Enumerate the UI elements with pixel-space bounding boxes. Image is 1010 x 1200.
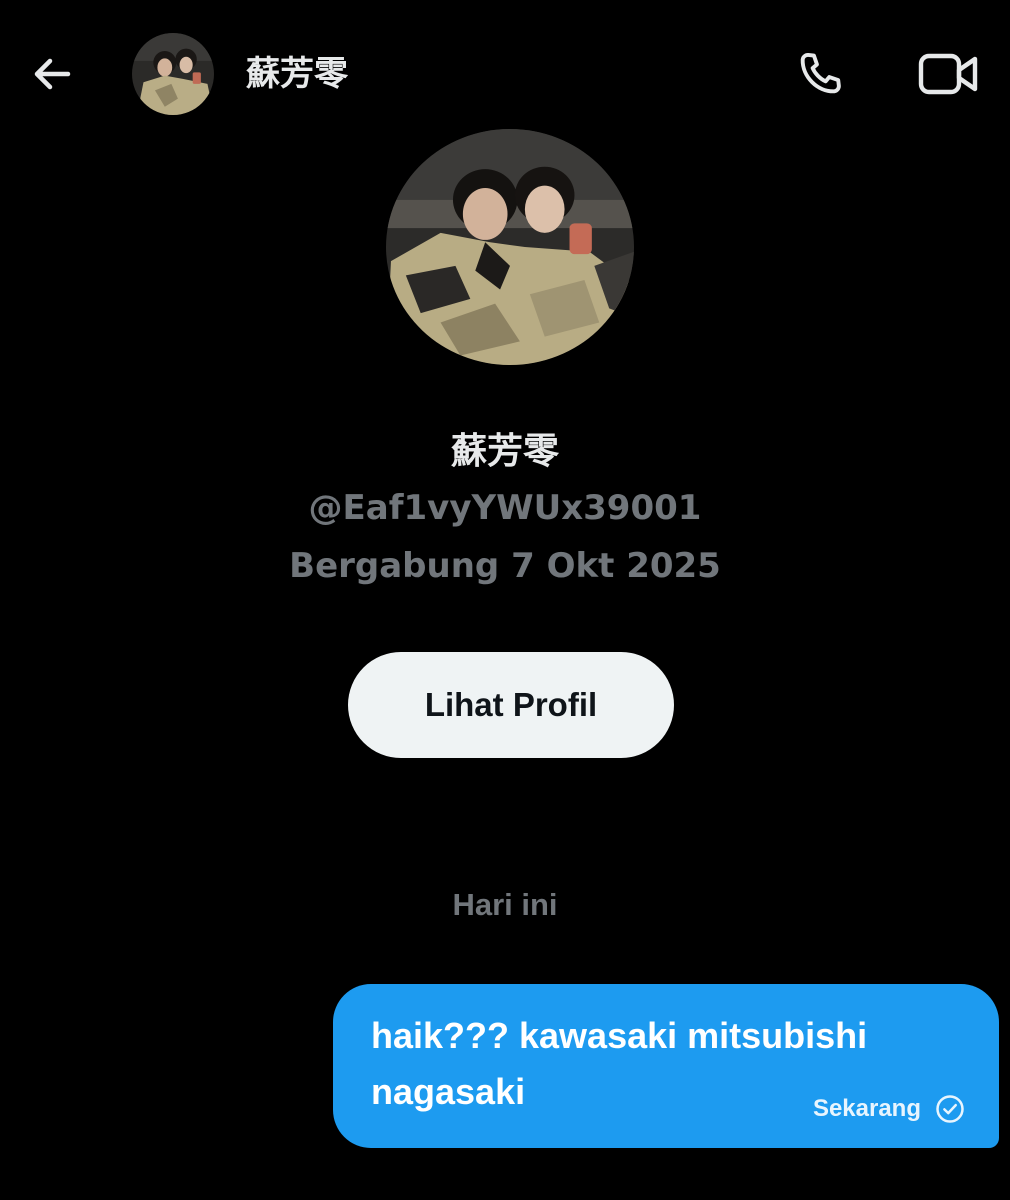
back-button[interactable] xyxy=(24,48,80,104)
profile-name: 蘇芳零 xyxy=(450,431,559,472)
view-profile-button[interactable]: Lihat Profil xyxy=(348,652,674,758)
check-circle-icon xyxy=(935,1094,965,1124)
header-avatar[interactable] xyxy=(132,33,214,115)
date-divider: Hari ini xyxy=(452,887,558,922)
profile-avatar[interactable] xyxy=(386,129,634,365)
message-timestamp: Sekarang xyxy=(812,1095,921,1122)
call-button[interactable] xyxy=(790,46,850,106)
profile-joined-date: Bergabung 7 Okt 2025 xyxy=(289,546,721,586)
arrow-left-icon xyxy=(28,50,76,102)
message-meta: Sekarang xyxy=(813,1094,965,1124)
phone-icon xyxy=(794,48,846,104)
conversation-header: 蘇芳零 xyxy=(0,0,1010,150)
video-camera-icon xyxy=(918,52,978,100)
message-bubble[interactable]: haik??? kawasaki mitsubishi nagasaki Sek… xyxy=(333,984,999,1148)
profile-handle: @Eaf1vyYWUx39001 xyxy=(308,488,702,528)
video-call-button[interactable] xyxy=(912,46,984,106)
header-name[interactable]: 蘇芳零 xyxy=(246,50,348,98)
